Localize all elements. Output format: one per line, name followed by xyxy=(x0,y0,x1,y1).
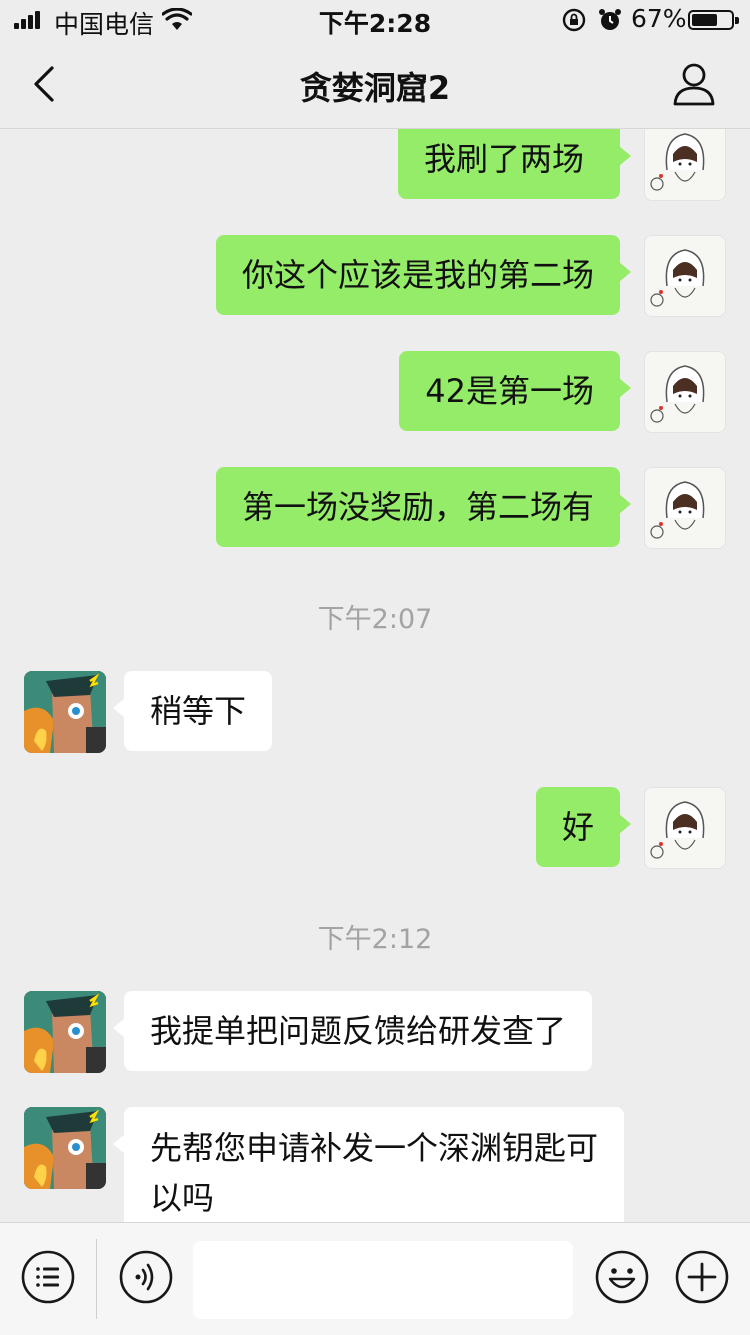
contact-message-bubble[interactable]: 稍等下 xyxy=(112,671,273,751)
contact-avatar[interactable] xyxy=(24,671,106,753)
message-text: 第一场没奖励，第二场有 xyxy=(241,488,594,526)
cartoon-boy-avatar-icon xyxy=(650,481,705,539)
message-text: 先帮您申请补发一个深渊钥匙可以吗 xyxy=(150,1129,599,1217)
cartoon-boy-avatar-icon xyxy=(650,801,705,859)
page-title: 贪婪洞窟2 xyxy=(299,69,451,107)
contact-avatar[interactable] xyxy=(24,991,106,1073)
my-message-bubble[interactable]: 你这个应该是我的第二场 xyxy=(215,235,632,315)
message-text: 稍等下 xyxy=(150,692,247,730)
status-bar: 中国电信 下午2:28 67% xyxy=(0,0,750,40)
message-text: 我刷了两场 xyxy=(424,140,585,178)
voice-icon[interactable] xyxy=(118,1249,174,1305)
list-menu-icon[interactable] xyxy=(20,1249,76,1305)
contact-avatar[interactable] xyxy=(24,1107,106,1189)
message-text: 好 xyxy=(561,808,594,846)
message-text: 我提单把问题反馈给研发查了 xyxy=(150,1012,567,1050)
contact-message-bubble[interactable]: 先帮您申请补发一个深渊钥匙可以吗 xyxy=(113,1107,624,1222)
my-avatar[interactable] xyxy=(644,235,726,317)
time-stamp: 下午2:07 xyxy=(317,604,433,635)
cartoon-boy-avatar-icon xyxy=(650,365,705,423)
message-text: 你这个应该是我的第二场 xyxy=(241,256,594,294)
rotation-lock-icon xyxy=(562,8,586,32)
contact-message-bubble[interactable]: 我提单把问题反馈给研发查了 xyxy=(112,991,593,1071)
my-avatar[interactable] xyxy=(644,787,726,869)
my-message-bubble[interactable]: 我刷了两场 xyxy=(398,129,631,199)
person-icon[interactable] xyxy=(670,60,718,108)
smiley-icon[interactable] xyxy=(594,1249,650,1305)
time-stamp: 下午2:12 xyxy=(317,924,433,955)
my-message-bubble[interactable]: 好 xyxy=(535,787,632,867)
input-bar xyxy=(0,1222,750,1335)
game-character-avatar-icon xyxy=(24,991,106,1073)
message-text: 42是第一场 xyxy=(425,372,594,410)
plus-icon[interactable] xyxy=(674,1249,730,1305)
my-avatar[interactable] xyxy=(644,467,726,549)
my-message-bubble[interactable]: 42是第一场 xyxy=(399,351,631,431)
my-avatar[interactable] xyxy=(644,129,726,201)
battery-fill xyxy=(692,14,718,26)
divider xyxy=(96,1239,97,1319)
game-character-avatar-icon xyxy=(24,1107,106,1189)
battery-icon xyxy=(688,10,739,30)
alarm-icon xyxy=(599,9,621,30)
cartoon-boy-avatar-icon xyxy=(650,133,705,191)
message-input[interactable] xyxy=(193,1241,573,1319)
game-character-avatar-icon xyxy=(24,671,106,753)
nav-bar: 贪婪洞窟2 xyxy=(0,40,750,129)
chat-area[interactable]: 我刷了两场 你这个应该是我的第二场 42是第一场 第一场没奖励，第二场有 下午2… xyxy=(0,129,750,1222)
my-message-bubble[interactable]: 第一场没奖励，第二场有 xyxy=(215,467,632,547)
battery-percent: 67% xyxy=(631,4,687,33)
my-avatar[interactable] xyxy=(644,351,726,433)
cartoon-boy-avatar-icon xyxy=(650,249,705,307)
